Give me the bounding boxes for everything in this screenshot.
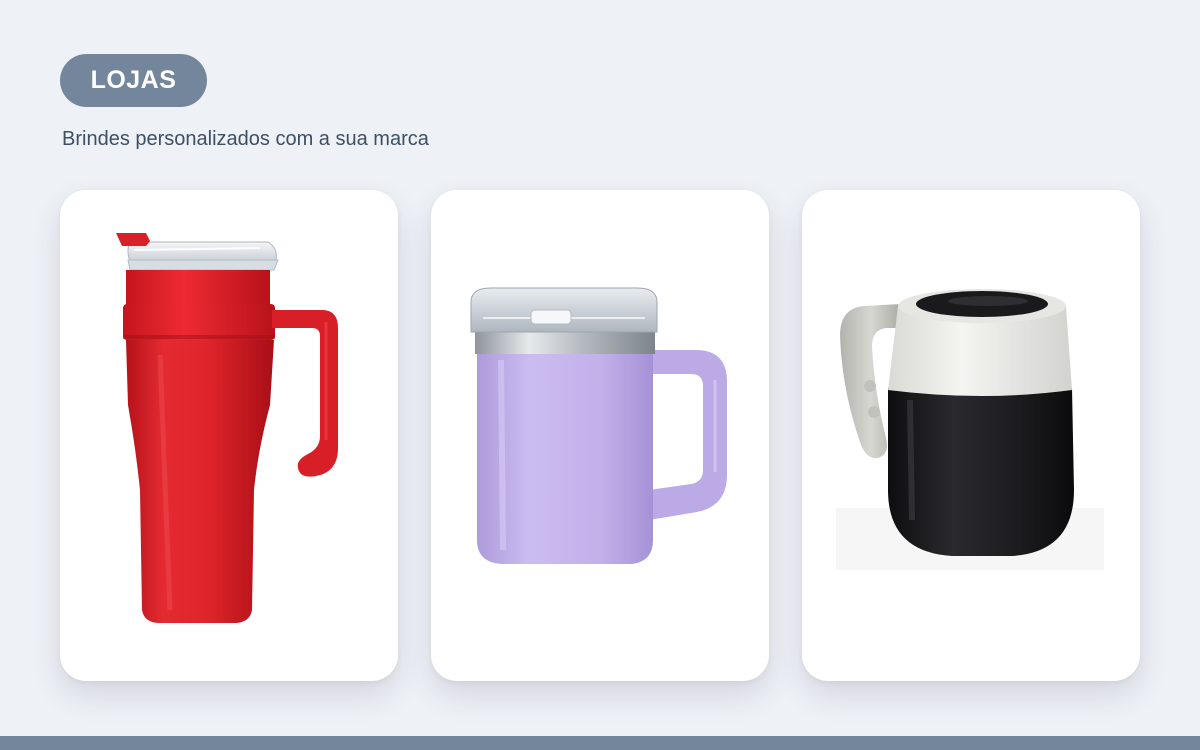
product-card-red-tumbler[interactable]	[60, 190, 398, 681]
thermal-mug-image	[836, 289, 1104, 570]
footer-bar	[0, 736, 1200, 750]
lojas-badge: LOJAS	[60, 54, 207, 107]
product-card-lavender-mug[interactable]	[431, 190, 769, 681]
lojas-badge-label: LOJAS	[90, 66, 177, 94]
product-card-thermal-mug[interactable]	[802, 190, 1140, 681]
red-tumbler-image	[116, 233, 338, 623]
lavender-mug-image	[470, 287, 727, 564]
page-subtitle: Brindes personalizados com a sua marca	[62, 128, 429, 150]
